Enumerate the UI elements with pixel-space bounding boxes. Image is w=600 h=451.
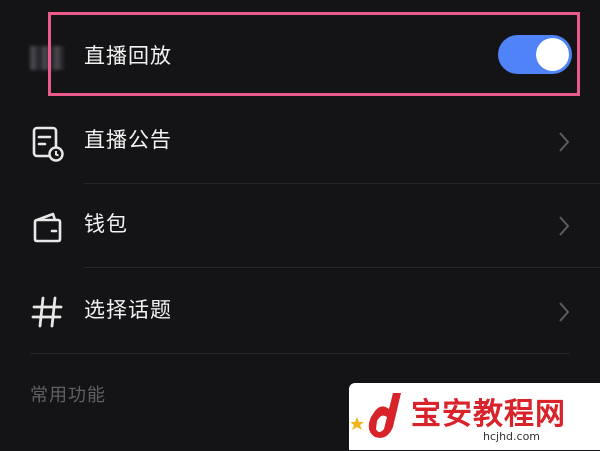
section-title: 常用功能	[30, 385, 106, 406]
watermark-name: 宝安教程网	[411, 397, 566, 432]
settings-item-label: 选择话题	[84, 298, 172, 322]
wallet-icon	[28, 208, 68, 252]
watermark-logo-icon	[350, 387, 409, 451]
settings-item-label: 钱包	[84, 212, 128, 236]
settings-item-topic[interactable]: 选择话题	[0, 268, 600, 354]
settings-item-announcement[interactable]: 直播公告	[0, 100, 600, 184]
chevron-right-icon	[556, 130, 572, 158]
watermark: 宝安教程网 hcjhd.com	[349, 383, 600, 450]
chevron-right-icon	[556, 214, 572, 242]
announcement-icon	[28, 124, 68, 168]
divider	[30, 353, 570, 354]
settings-item-wallet[interactable]: 钱包	[0, 184, 600, 268]
highlight-box	[48, 12, 580, 96]
watermark-url: hcjhd.com	[483, 430, 541, 443]
settings-item-label: 直播公告	[84, 128, 172, 152]
hashtag-icon	[28, 292, 68, 336]
chevron-right-icon	[556, 300, 572, 328]
